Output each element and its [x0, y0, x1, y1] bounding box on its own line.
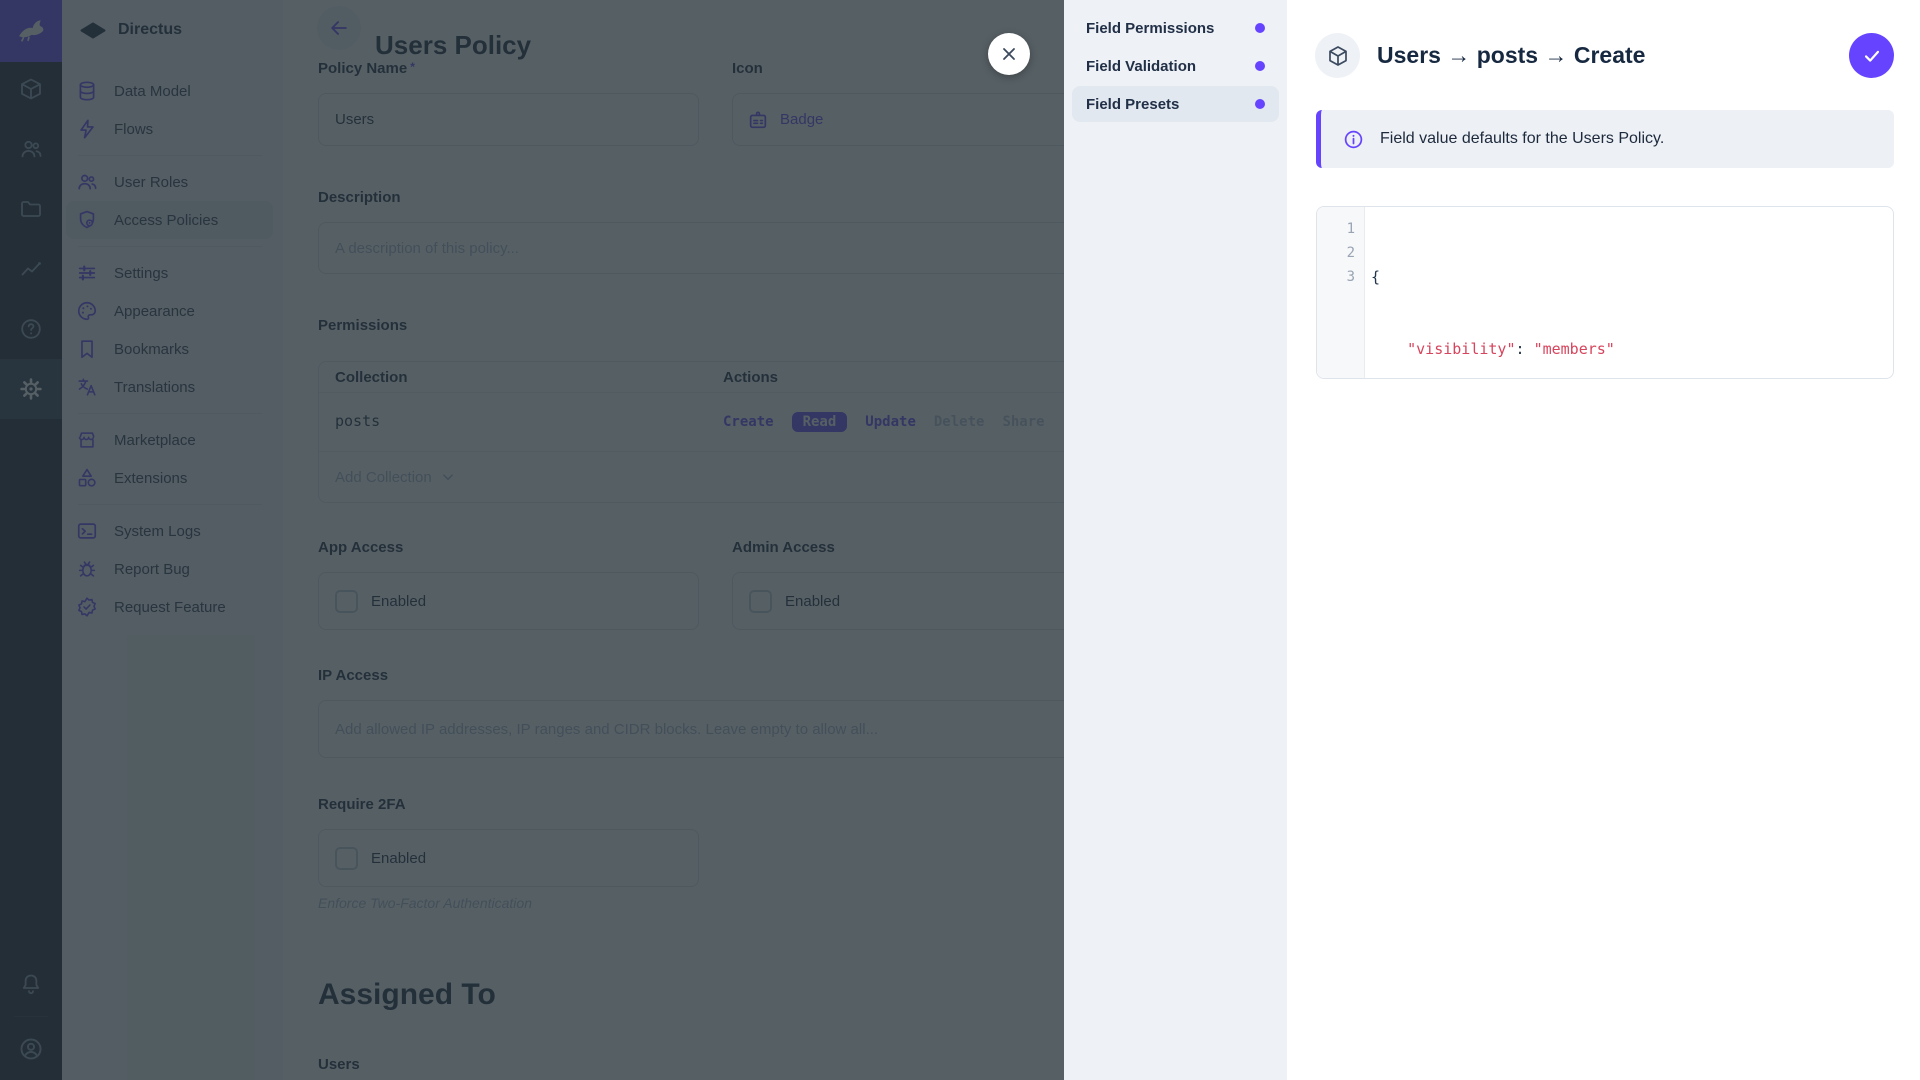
- info-icon: [1343, 129, 1364, 150]
- status-dot: [1255, 61, 1265, 71]
- status-dot: [1255, 23, 1265, 33]
- save-button[interactable]: [1849, 33, 1894, 78]
- tab-field-presets[interactable]: Field Presets: [1072, 86, 1279, 122]
- close-drawer-button[interactable]: [988, 33, 1030, 75]
- notice-text: Field value defaults for the Users Polic…: [1380, 130, 1664, 148]
- check-icon: [1861, 45, 1883, 67]
- directus-app: Directus Data Model Flows User Roles Acc…: [0, 0, 1920, 1080]
- tab-field-validation[interactable]: Field Validation: [1072, 48, 1279, 84]
- code-content[interactable]: { "visibility": "members" }: [1365, 207, 1893, 378]
- info-notice: Field value defaults for the Users Polic…: [1316, 110, 1894, 168]
- line-numbers: 1 2 3: [1317, 207, 1365, 378]
- status-dot: [1255, 99, 1265, 109]
- drawer-tabs: Field Permissions Field Validation Field…: [1064, 0, 1287, 1080]
- code-editor[interactable]: 1 2 3 { "visibility": "members" }: [1316, 206, 1894, 379]
- drawer-main: Users → posts → Create Field value defau…: [1287, 0, 1920, 1080]
- drawer-header: Users → posts → Create: [1315, 33, 1894, 78]
- cube-icon: [1315, 33, 1360, 78]
- drawer-dim-overlay[interactable]: [0, 0, 1064, 1080]
- drawer-title: Users → posts → Create: [1377, 42, 1849, 69]
- tab-field-permissions[interactable]: Field Permissions: [1072, 10, 1279, 46]
- close-icon: [999, 44, 1019, 64]
- code-line: "visibility": "members": [1371, 337, 1893, 361]
- code-line: {: [1371, 265, 1893, 289]
- field-detail-drawer: Field Permissions Field Validation Field…: [1064, 0, 1920, 1080]
